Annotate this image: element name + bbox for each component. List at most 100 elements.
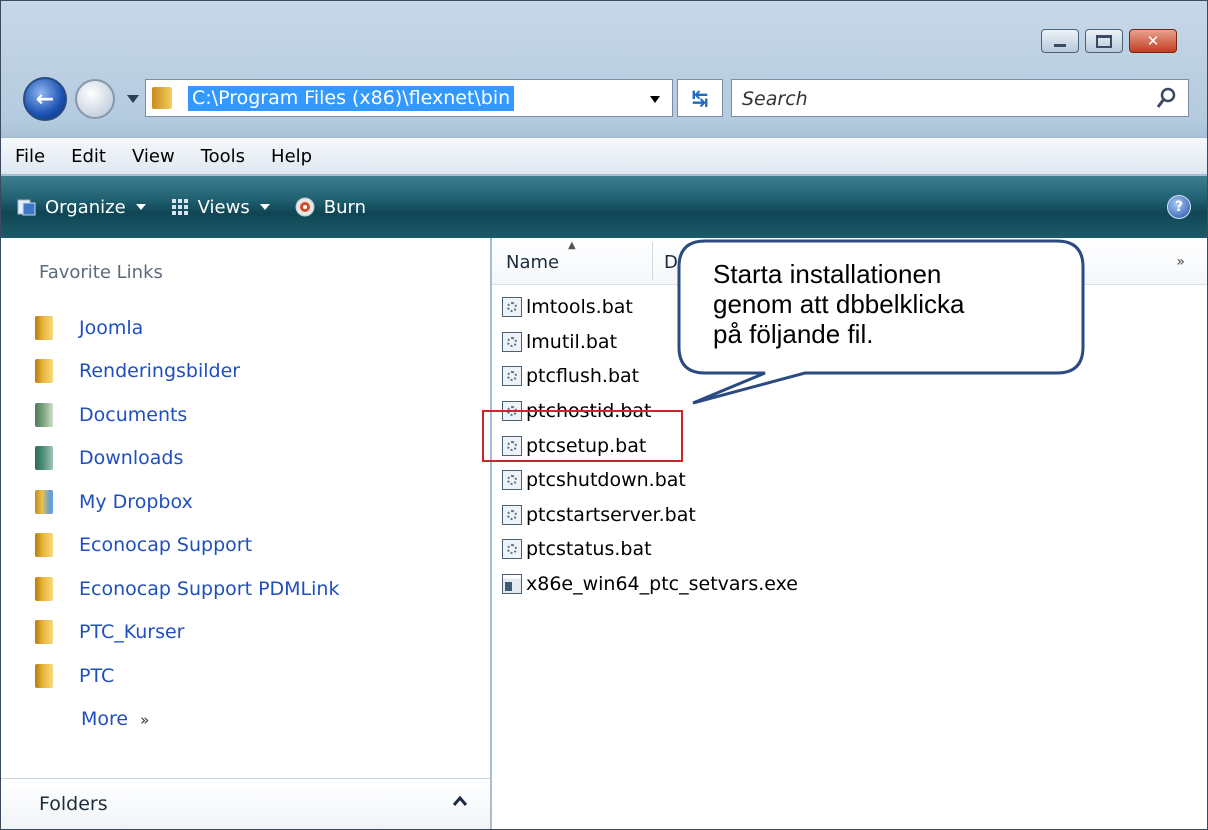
file-item-ptcstatus[interactable]: ptcstatus.bat (502, 532, 798, 567)
organize-icon (17, 199, 36, 216)
search-placeholder: Search (742, 88, 808, 110)
documents-icon (35, 402, 53, 427)
favorite-links-title: Favorite Links (39, 262, 163, 283)
file-name: ptcstartserver.bat (526, 503, 696, 526)
menu-help[interactable]: Help (271, 146, 312, 167)
recent-pages-dropdown[interactable] (127, 95, 139, 103)
file-name: ptcflush.bat (526, 365, 640, 388)
favorite-link-label: Econocap Support (79, 534, 253, 557)
favorite-link-label: Joomla (79, 316, 144, 339)
favorite-link-label: Documents (79, 403, 188, 426)
more-links-button[interactable]: More » (81, 708, 149, 730)
favorite-link-joomla[interactable]: Joomla (35, 306, 339, 350)
instruction-callout: Starta installationen genom att dbbelkli… (665, 235, 1095, 419)
explorer-window: ✕ ← C:\Program Files (x86)\flexnet\bin ↹… (0, 0, 1208, 830)
address-bar[interactable]: C:\Program Files (x86)\flexnet\bin (145, 79, 673, 117)
organize-button[interactable]: Organize (17, 197, 146, 218)
callout-line-1: Starta installationen (713, 259, 942, 289)
executable-file-icon (502, 574, 522, 595)
maximize-button[interactable] (1085, 29, 1123, 53)
double-chevron-right-icon: » (140, 711, 150, 729)
batch-file-icon (502, 331, 522, 352)
menu-edit[interactable]: Edit (71, 146, 106, 167)
favorite-link-label: Downloads (79, 447, 184, 470)
close-button[interactable]: ✕ (1129, 29, 1177, 53)
forward-button[interactable] (75, 79, 115, 119)
caption-buttons: ✕ (1041, 29, 1177, 53)
folder-icon (152, 87, 172, 109)
file-name: ptcstatus.bat (526, 538, 652, 561)
batch-file-icon (502, 539, 522, 560)
folders-label: Folders (39, 793, 108, 815)
favorite-link-renderingsbilder[interactable]: Renderingsbilder (35, 350, 339, 394)
burn-button[interactable]: Burn (294, 196, 366, 218)
dropbox-folder-icon (35, 489, 53, 514)
favorite-link-my-dropbox[interactable]: My Dropbox (35, 480, 339, 524)
more-columns-button[interactable]: » (1176, 254, 1185, 270)
file-name: ptcshutdown.bat (526, 469, 686, 492)
search-input[interactable]: Search (731, 79, 1189, 117)
file-name: x86e_win64_ptc_setvars.exe (526, 573, 798, 596)
menu-view[interactable]: View (132, 146, 175, 167)
menu-bar: File Edit View Tools Help (1, 137, 1207, 175)
back-button[interactable]: ← (23, 77, 67, 121)
file-name: lmutil.bat (526, 330, 618, 353)
callout-line-2: genom att dbbelklicka (713, 289, 965, 319)
minimize-button[interactable] (1041, 29, 1079, 53)
folder-icon (35, 359, 53, 384)
batch-file-icon (502, 504, 522, 525)
help-button[interactable]: ? (1167, 195, 1191, 219)
favorite-link-label: My Dropbox (79, 490, 193, 513)
file-item-setvars-exe[interactable]: x86e_win64_ptc_setvars.exe (502, 567, 798, 602)
refresh-icon: ↹ (691, 86, 709, 110)
file-name: lmtools.bat (526, 296, 633, 319)
arrow-left-icon: ← (35, 86, 55, 112)
callout-text: Starta installationen genom att dbbelkli… (713, 259, 1093, 349)
address-path[interactable]: C:\Program Files (x86)\flexnet\bin (188, 86, 515, 111)
favorite-links-list: Joomla Renderingsbilder Documents Downlo… (35, 306, 339, 698)
downloads-icon (35, 446, 53, 471)
chevron-down-icon (135, 204, 146, 210)
refresh-button[interactable]: ↹ (677, 79, 723, 117)
callout-line-3: på följande fil. (713, 319, 874, 349)
file-item-ptcshutdown[interactable]: ptcshutdown.bat (502, 463, 798, 498)
column-name[interactable]: Name (506, 252, 559, 273)
batch-file-icon (502, 366, 522, 387)
file-item-ptcstartserver[interactable]: ptcstartserver.bat (502, 498, 798, 533)
burn-disc-icon (295, 197, 315, 217)
menu-tools[interactable]: Tools (201, 146, 245, 167)
batch-file-icon (502, 297, 522, 318)
favorite-link-label: Renderingsbilder (79, 360, 241, 383)
chevron-down-icon (259, 204, 270, 210)
favorite-link-econocap-support[interactable]: Econocap Support (35, 524, 339, 568)
chevron-up-icon[interactable] (452, 795, 468, 807)
folder-icon (35, 576, 53, 601)
batch-file-icon (502, 470, 522, 491)
views-icon (171, 199, 188, 215)
folder-icon (35, 663, 53, 688)
navigation-row: ← C:\Program Files (x86)\flexnet\bin ↹ S… (23, 73, 1189, 123)
organize-label: Organize (45, 196, 126, 218)
favorite-link-ptc[interactable]: PTC (35, 654, 339, 698)
views-label: Views (197, 196, 250, 218)
burn-label: Burn (323, 196, 366, 218)
navigation-pane: Favorite Links Joomla Renderingsbilder D… (1, 238, 491, 829)
close-icon: ✕ (1146, 32, 1160, 50)
favorite-link-econocap-support-pdmlink[interactable]: Econocap Support PDMLink (35, 567, 339, 611)
folders-bar[interactable]: Folders (1, 778, 490, 829)
menu-file[interactable]: File (15, 146, 45, 167)
folder-icon (35, 315, 53, 340)
favorite-link-downloads[interactable]: Downloads (35, 437, 339, 481)
folder-icon (35, 620, 53, 645)
favorite-link-documents[interactable]: Documents (35, 393, 339, 437)
search-icon[interactable] (1156, 86, 1178, 110)
address-dropdown-icon[interactable] (650, 96, 660, 103)
column-separator[interactable] (652, 242, 653, 280)
favorite-link-ptc-kurser[interactable]: PTC_Kurser (35, 611, 339, 655)
highlight-box (482, 410, 683, 462)
folder-icon (35, 533, 53, 558)
favorite-link-label: PTC (79, 664, 115, 687)
favorite-link-label: PTC_Kurser (79, 621, 185, 644)
favorite-link-label: Econocap Support PDMLink (79, 577, 340, 600)
views-button[interactable]: Views (170, 197, 270, 218)
